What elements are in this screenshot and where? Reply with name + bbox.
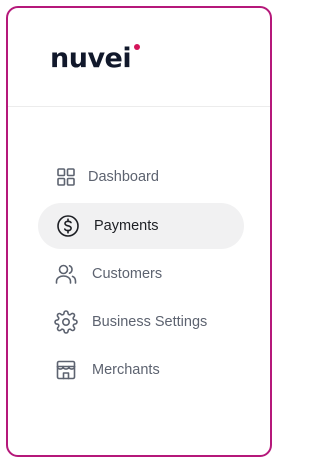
- sidebar-item-customers[interactable]: Customers: [54, 251, 260, 297]
- store-icon: [54, 358, 78, 382]
- brand-logo[interactable]: nuvei: [50, 45, 132, 72]
- sidebar-panel: nuvei Dashboard Payments Customers Busin…: [6, 6, 272, 457]
- logo-header: nuvei: [8, 8, 270, 107]
- sidebar-item-payments[interactable]: Payments: [38, 203, 244, 249]
- sidebar-item-label: Payments: [94, 218, 159, 234]
- sidebar-item-dashboard[interactable]: Dashboard: [54, 154, 260, 200]
- sidebar-item-label: Customers: [92, 266, 163, 282]
- grid-icon: [54, 165, 78, 189]
- dollar-circle-icon: [56, 214, 80, 238]
- gear-icon: [54, 310, 78, 334]
- users-icon: [54, 262, 78, 286]
- sidebar-item-business-settings[interactable]: Business Settings: [54, 299, 260, 345]
- sidebar-item-merchants[interactable]: Merchants: [54, 347, 260, 393]
- sidebar-item-label: Dashboard: [88, 169, 159, 185]
- sidebar-item-label: Business Settings: [92, 314, 208, 330]
- brand-logo-dot: [134, 44, 140, 50]
- sidebar-item-label: Merchants: [92, 362, 160, 378]
